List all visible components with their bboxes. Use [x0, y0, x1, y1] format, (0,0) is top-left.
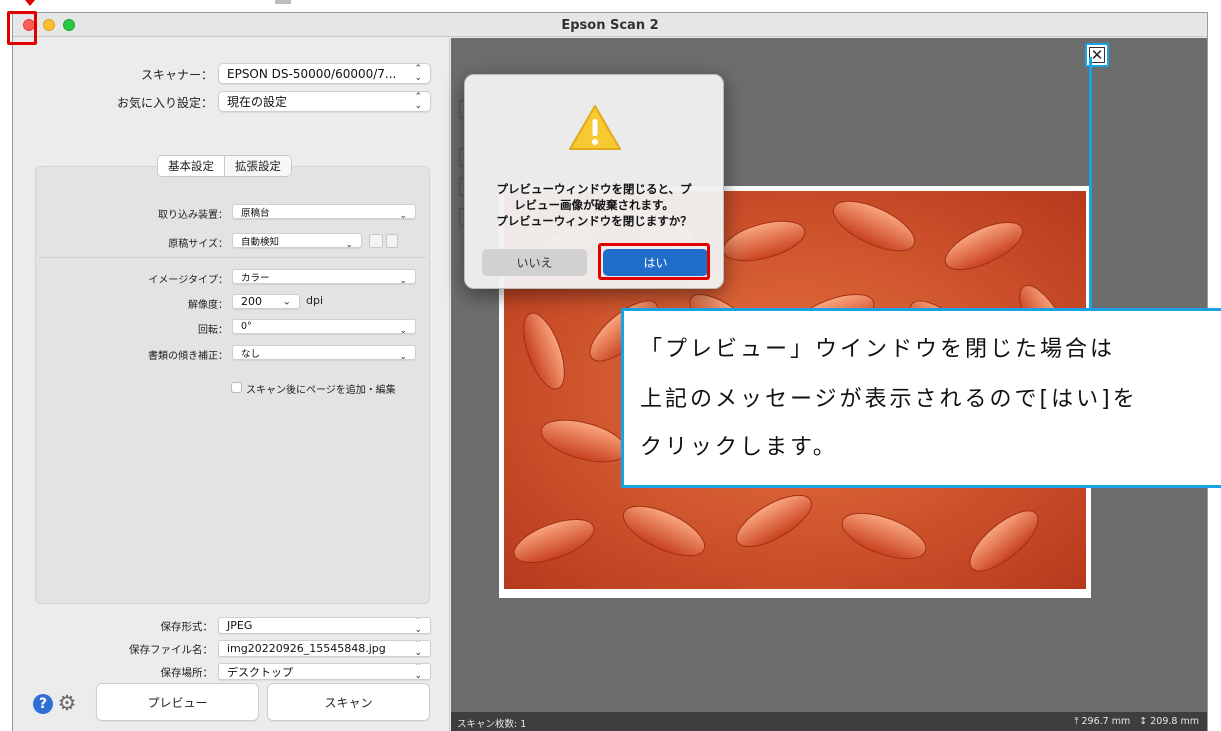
resolution-label: 解像度：	[188, 300, 228, 311]
image-type-value: カラー	[241, 272, 270, 284]
format-value: JPEG	[227, 619, 253, 632]
dialog-no-button[interactable]: いいえ	[482, 249, 587, 276]
annotation-arrow	[25, 0, 35, 6]
filename-select[interactable]: img20220926_15545848.jpg ⌃ ⌄	[218, 640, 431, 657]
instruction-callout: 「プレビュー」ウインドウを閉じた場合は 上記のメッセージが表示されるので[はい]…	[621, 308, 1221, 488]
doc-size-value: 自動検知	[241, 236, 280, 248]
folder-select[interactable]: デスクトップ ⌃ ⌄	[218, 663, 431, 680]
doc-size-select[interactable]: 自動検知 ⌃ ⌄	[232, 233, 362, 248]
updown-icon: ⌃ ⌄	[414, 617, 422, 634]
help-icon[interactable]: ?	[33, 694, 53, 714]
rotate-label: 回転：	[198, 325, 228, 336]
callout-line-1: 「プレビュー」ウインドウを閉じた場合は	[640, 337, 1116, 362]
skew-value: なし	[241, 348, 261, 360]
updown-icon: ⌃ ⌄	[414, 640, 422, 657]
format-label: 保存形式：	[160, 621, 214, 633]
filename-label: 保存ファイル名：	[129, 644, 213, 656]
settings-tabs: 基本設定 拡張設定	[157, 155, 292, 177]
rotate-select[interactable]: 0° ⌃ ⌄	[232, 319, 416, 334]
updown-icon: ⌃ ⌄	[399, 204, 407, 219]
close-button-highlight	[7, 11, 37, 45]
width-icon: ⤒	[1074, 716, 1079, 727]
updown-icon: ⌃ ⌄	[399, 269, 407, 284]
doc-size-label: 原稿サイズ：	[168, 239, 228, 250]
tab-basic[interactable]: 基本設定	[158, 156, 225, 176]
skew-label: 書類の傾き補正：	[148, 351, 228, 362]
updown-icon: ⌃ ⌄	[399, 319, 407, 334]
document-dimensions: ⤒ 296.7 mm ↕ 209.8 mm	[1074, 716, 1199, 727]
updown-icon: ⌃ ⌄	[414, 63, 422, 83]
width-value: 296.7 mm	[1081, 716, 1131, 727]
favorite-select[interactable]: 現在の設定 ⌃ ⌄	[218, 91, 431, 112]
updown-icon: ⌃ ⌄	[414, 91, 422, 111]
gear-icon[interactable]: ⚙	[56, 692, 78, 714]
updown-icon: ⌃ ⌄	[399, 345, 407, 360]
image-type-select[interactable]: カラー ⌃ ⌄	[232, 269, 416, 284]
preview-button[interactable]: プレビュー	[96, 683, 259, 721]
resolution-value: 200	[241, 295, 262, 308]
tab-advanced[interactable]: 拡張設定	[225, 156, 291, 176]
callout-line-2: 上記のメッセージが表示されるので[はい]を	[640, 387, 1138, 412]
yes-button-highlight	[598, 243, 710, 280]
settings-panel: スキャナー： EPSON DS-50000/60000/7... ⌃ ⌄ お気に入…	[13, 38, 450, 731]
scanner-select[interactable]: EPSON DS-50000/60000/7... ⌃ ⌄	[218, 63, 431, 84]
add-page-label: スキャン後にページを追加・編集	[246, 385, 396, 396]
filename-value: img20220926_15545848.jpg	[227, 642, 386, 655]
top-sliver	[275, 0, 291, 4]
scan-button[interactable]: スキャン	[267, 683, 430, 721]
source-value: 原稿台	[241, 207, 270, 219]
image-type-label: イメージタイプ：	[148, 275, 228, 286]
rotate-value: 0°	[241, 321, 252, 332]
divider	[39, 257, 426, 258]
dialog-message: プレビューウィンドウを閉じると、プ レビュー画像が破棄されます。 プレビューウィ…	[496, 182, 692, 228]
height-icon: ↕	[1139, 716, 1148, 727]
favorite-label: お気に入り設定：	[116, 96, 213, 110]
resolution-combo[interactable]: 200 ⌄	[232, 294, 300, 309]
format-select[interactable]: JPEG ⌃ ⌄	[218, 617, 431, 634]
updown-icon: ⌃ ⌄	[345, 233, 353, 248]
resolution-unit: dpi	[306, 294, 324, 307]
chevron-down-icon: ⌄	[282, 296, 291, 307]
titlebar: Epson Scan 2	[13, 13, 1207, 37]
skew-select[interactable]: なし ⌃ ⌄	[232, 345, 416, 360]
scanner-label: スキャナー：	[140, 68, 213, 82]
add-page-checkbox[interactable]	[231, 382, 242, 393]
favorite-value: 現在の設定	[227, 95, 288, 109]
folder-label: 保存場所：	[160, 667, 214, 679]
source-select[interactable]: 原稿台 ⌃ ⌄	[232, 204, 416, 219]
warning-icon	[569, 105, 621, 150]
scan-count: スキャン枚数: 1	[457, 719, 527, 730]
height-value: 209.8 mm	[1150, 716, 1199, 727]
folder-value: デスクトップ	[227, 665, 293, 679]
landscape-orientation-icon[interactable]	[369, 234, 383, 248]
callout-line-3: クリックします。	[640, 435, 838, 460]
scanner-value: EPSON DS-50000/60000/7...	[227, 66, 397, 81]
annotation-connector	[1089, 57, 1092, 309]
window-title: Epson Scan 2	[561, 18, 659, 33]
updown-icon: ⌃ ⌄	[414, 663, 422, 680]
source-label: 取り込み装置：	[158, 210, 228, 221]
portrait-orientation-icon[interactable]	[386, 234, 398, 248]
status-bar: スキャン枚数: 1 ⤒ 296.7 mm ↕ 209.8 mm	[451, 712, 1207, 731]
